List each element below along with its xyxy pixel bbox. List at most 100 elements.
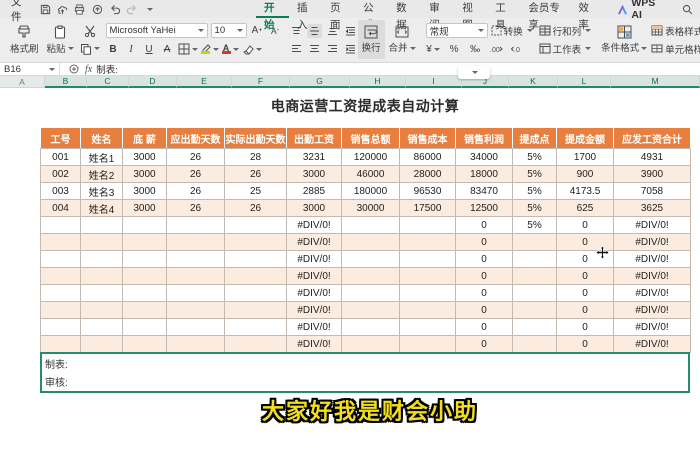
table-cell[interactable]: 26 [166,182,225,200]
footer-cell[interactable]: 审核: [42,373,688,392]
table-cell[interactable]: 28 [224,148,287,166]
table-cell[interactable] [512,233,557,251]
table-header-cell[interactable]: 提成点 [512,127,557,149]
align-middle-icon[interactable] [306,23,322,38]
font-color-select[interactable]: A [221,42,239,56]
table-cell[interactable]: 625 [556,199,614,217]
table-cell[interactable] [341,318,400,336]
column-header-I[interactable]: I [406,76,462,88]
table-cell[interactable]: 0 [556,284,614,302]
table-cell[interactable]: 86000 [399,148,456,166]
table-cell[interactable]: 17500 [399,199,456,217]
increase-indent-icon[interactable] [343,42,358,56]
tab-页面[interactable]: 页面 [322,0,355,31]
table-cell[interactable] [224,284,287,302]
table-cell[interactable] [224,318,287,336]
formula-content[interactable]: 制表: [96,62,118,76]
table-cell[interactable]: 120000 [341,148,400,166]
table-cell[interactable]: 7058 [613,182,691,200]
table-cell[interactable]: 34000 [455,148,513,166]
table-cell[interactable] [399,250,456,268]
table-cell[interactable]: 004 [40,199,81,217]
table-cell[interactable] [341,216,400,234]
table-cell[interactable] [341,301,400,319]
wps-ai-button[interactable]: WPS AI [617,0,662,21]
table-cell[interactable] [512,250,557,268]
cell-style-button[interactable]: 单元格样式 [651,42,700,56]
font-size-select[interactable]: 10 [210,23,247,38]
table-header-cell[interactable]: 工号 [40,127,81,149]
table-cell[interactable]: #DIV/0! [286,301,342,319]
table-cell[interactable] [122,318,167,336]
table-cell[interactable] [399,284,456,302]
table-header-cell[interactable]: 销售成本 [399,127,456,149]
column-header-H[interactable]: H [350,76,406,88]
table-cell[interactable]: 5% [512,182,557,200]
table-cell[interactable] [166,301,225,319]
table-cell[interactable] [341,284,400,302]
table-cell[interactable] [224,335,287,353]
table-header-cell[interactable]: 销售利润 [455,127,513,149]
align-top-icon[interactable] [289,24,304,38]
table-cell[interactable]: 0 [556,318,614,336]
table-cell[interactable]: 3900 [613,165,691,183]
strikethrough-button[interactable]: A [160,42,175,56]
table-cell[interactable]: #DIV/0! [613,335,691,353]
table-cell[interactable]: 0 [455,267,513,285]
table-cell[interactable] [80,267,123,285]
table-cell[interactable]: 5% [512,165,557,183]
table-cell[interactable] [40,233,81,251]
fx-label[interactable]: fx [85,64,92,75]
table-cell[interactable]: #DIV/0! [613,301,691,319]
tab-公式[interactable]: 公式 [355,0,388,31]
table-style-button[interactable]: 表格样式 [651,24,700,38]
table-cell[interactable]: 26 [166,165,225,183]
bold-button[interactable]: B [106,42,121,56]
table-cell[interactable]: 30000 [341,199,400,217]
table-cell[interactable] [122,216,167,234]
table-cell[interactable]: 姓名4 [80,199,123,217]
table-cell[interactable]: 3000 [286,199,342,217]
increase-decimal-icon[interactable]: .00 [489,42,504,56]
font-name-select[interactable]: Microsoft YaHei [105,23,208,38]
table-cell[interactable] [512,267,557,285]
table-header-cell[interactable]: 姓名 [80,127,123,149]
decrease-font-icon[interactable]: A- [268,24,283,38]
comma-format-icon[interactable]: ‰ [468,42,483,56]
table-cell[interactable]: 0 [556,267,614,285]
table-cell[interactable]: 900 [556,165,614,183]
table-cell[interactable] [399,233,456,251]
table-header-cell[interactable]: 出勤工资 [286,127,342,149]
column-header-M[interactable]: M [611,76,700,88]
table-header-cell[interactable]: 提成金额 [556,127,614,149]
table-cell[interactable] [166,233,225,251]
table-cell[interactable]: 0 [455,335,513,353]
align-left-icon[interactable] [289,42,304,56]
table-cell[interactable]: 5% [512,199,557,217]
decrease-indent-icon[interactable] [343,24,358,38]
table-cell[interactable] [122,335,167,353]
table-cell[interactable] [512,335,557,353]
align-bottom-icon[interactable] [325,24,340,38]
table-cell[interactable]: 96530 [399,182,456,200]
table-cell[interactable]: #DIV/0! [613,216,691,234]
table-cell[interactable]: 0 [455,250,513,268]
tab-插入[interactable]: 插入 [289,0,322,31]
table-cell[interactable]: 26 [166,199,225,217]
table-cell[interactable] [399,267,456,285]
insert-function-icon[interactable] [66,63,81,76]
table-cell[interactable]: 4173.5 [556,182,614,200]
table-cell[interactable] [399,216,456,234]
column-header-C[interactable]: C [87,76,129,88]
table-cell[interactable]: 0 [455,284,513,302]
merge-cells-button[interactable]: 合并 [385,20,420,59]
table-cell[interactable] [166,335,225,353]
table-cell[interactable] [341,233,400,251]
collapse-ribbon-button[interactable] [458,66,490,79]
increase-font-icon[interactable]: A + [250,24,265,38]
table-cell[interactable]: #DIV/0! [613,284,691,302]
table-cell[interactable] [80,233,123,251]
table-cell[interactable]: #DIV/0! [613,250,691,268]
table-cell[interactable] [40,284,81,302]
table-cell[interactable]: 姓名2 [80,165,123,183]
